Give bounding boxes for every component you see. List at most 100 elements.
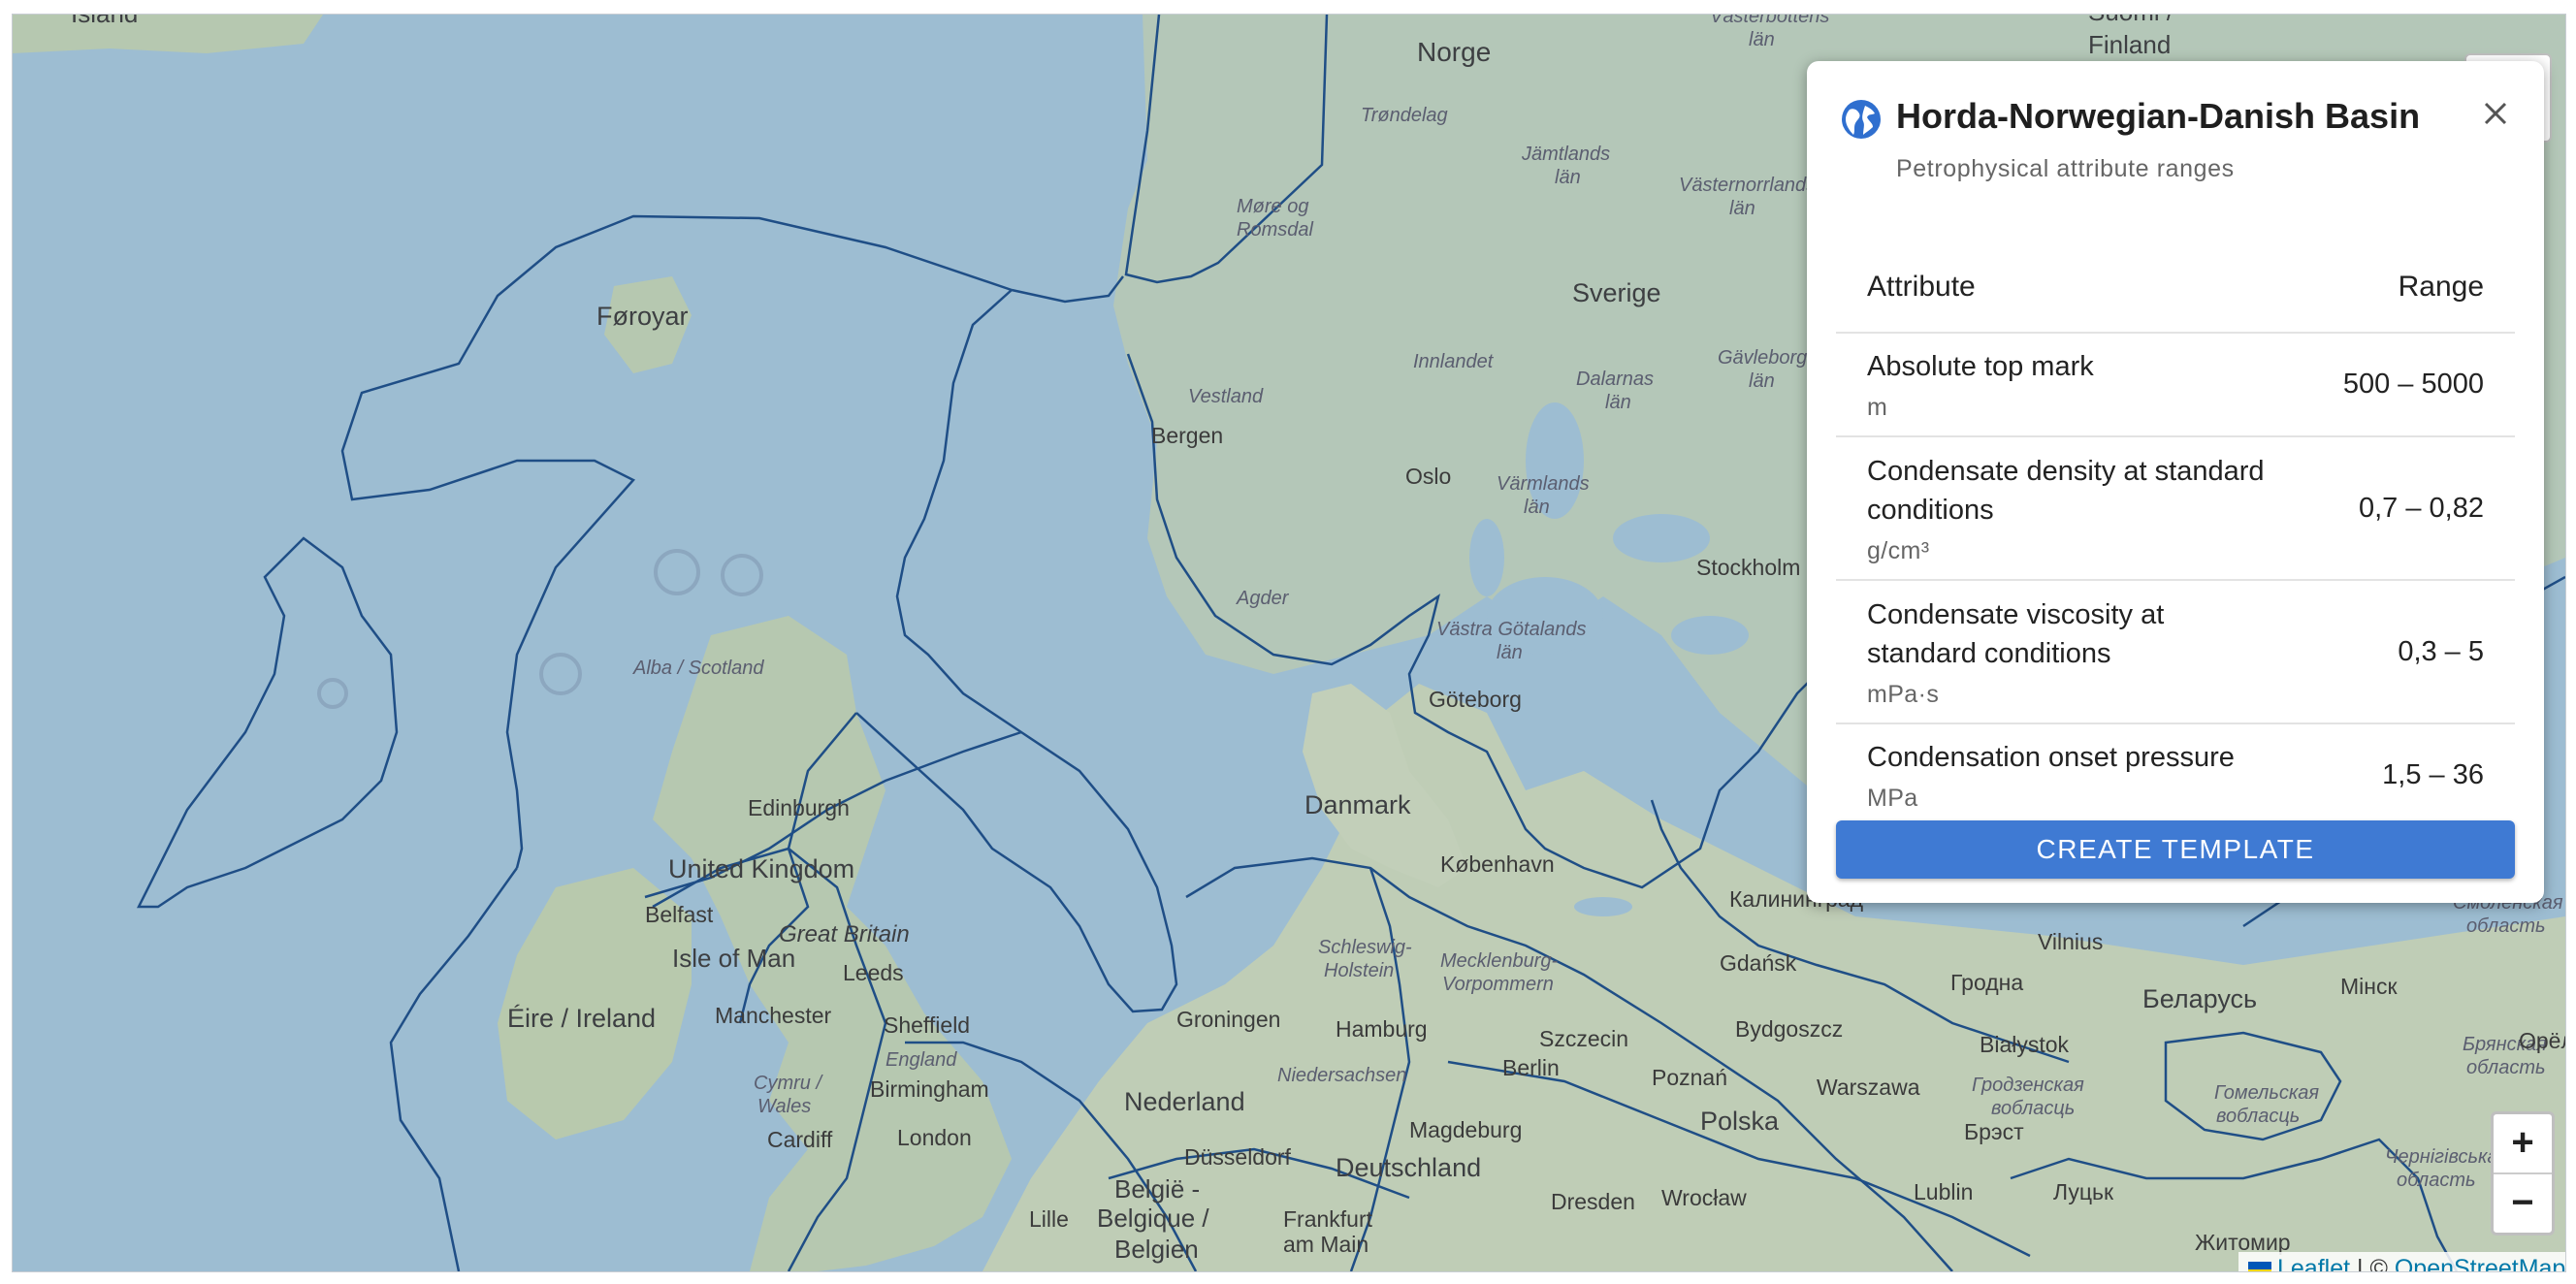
map-label: Vorpommern (1442, 974, 1554, 995)
table-row: Condensate viscosity at standard conditi… (1836, 580, 2515, 724)
close-icon[interactable] (2476, 94, 2515, 133)
map-label: Cardiff (767, 1127, 833, 1152)
map-label: Гродзенская (1972, 1075, 2084, 1096)
copyright-symbol: © (2369, 1255, 2388, 1272)
map-label: United Kingdom (668, 854, 854, 883)
map-label: Edinburgh (748, 795, 850, 820)
map-label: вобласць (1991, 1098, 2075, 1119)
map-label: Belgique / (1097, 1204, 1209, 1233)
map-label: Niedersachsen (1277, 1065, 1406, 1086)
map-label: Trøndelag (1361, 105, 1448, 126)
ukraine-flag-icon (2248, 1262, 2271, 1271)
basin-outline-6 (136, 536, 399, 909)
map-label: Szczecin (1539, 1026, 1628, 1051)
map-label: Чернігівська (2385, 1146, 2498, 1168)
zoom-out-button[interactable]: − (2494, 1174, 2552, 1233)
range-value: 1,5 – 36 (2311, 723, 2515, 828)
map-label: область (2466, 915, 2546, 937)
map-label: Гродна (1950, 970, 2023, 995)
map-label: Danmark (1304, 790, 1411, 819)
map-label: Vestland (1188, 386, 1264, 407)
map-label: København (1440, 851, 1555, 877)
map-label: Belfast (645, 902, 714, 927)
map-label: Vilnius (2038, 929, 2103, 954)
map-label: Manchester (715, 1003, 832, 1028)
leaflet-link[interactable]: Leaflet (2277, 1255, 2350, 1271)
map-label: Wrocław (1661, 1185, 1747, 1210)
attribute-name: Condensate viscosity at standard conditi… (1867, 598, 2165, 669)
map-label: England (886, 1049, 957, 1071)
map-label: Białystok (1980, 1032, 2070, 1057)
attribute-unit: MPa (1867, 785, 1918, 812)
map-label: Брэст (1964, 1119, 2024, 1144)
map-label: Орёл (2519, 1028, 2565, 1053)
map-label: Agder (1236, 588, 1290, 609)
basin-popup: Horda-Norwegian-Danish Basin Petrophysic… (1807, 61, 2544, 903)
map-label: Leeds (843, 960, 904, 985)
table-row: Condensation onset pressure MPa 1,5 – 36 (1836, 723, 2515, 828)
map-label: län (1555, 167, 1581, 188)
map-label: Føroyar (596, 302, 689, 331)
map-label: län (1749, 29, 1775, 50)
map-label: Oslo (1405, 464, 1451, 489)
map-label: Poznań (1652, 1065, 1727, 1090)
basin-outline-4 (1011, 275, 1124, 304)
attribute-unit: m (1867, 394, 1888, 421)
map-label: Gdańsk (1720, 950, 1797, 976)
map-label: Schleswig- (1318, 937, 1412, 958)
column-header-range: Range (2311, 242, 2515, 334)
table-row: Absolute top mark m 500 – 5000 (1836, 333, 2515, 437)
map-label: Groningen (1176, 1007, 1280, 1032)
map-label: Innlandet (1413, 351, 1495, 372)
map-container[interactable]: Ísland Norge Suomi / Finland Västerbotte… (12, 14, 2566, 1272)
attribution: Leaflet | © OpenStreetMap (2238, 1252, 2565, 1272)
attribute-cell: Absolute top mark m (1836, 333, 2312, 437)
map-label: län (1497, 642, 1523, 663)
map-label: Warszawa (1817, 1075, 1920, 1100)
map-label: Mecklenburg- (1440, 950, 1559, 972)
zoom-in-button[interactable]: + (2494, 1114, 2552, 1174)
basin-outline-2 (855, 289, 1178, 1013)
iceland-land (13, 15, 323, 53)
range-value: 500 – 5000 (2311, 333, 2515, 437)
attribute-cell: Condensate density at standard condition… (1836, 436, 2312, 581)
map-label: België - (1114, 1174, 1200, 1204)
map-label: Lille (1029, 1206, 1069, 1232)
map-label: область (2466, 1057, 2546, 1078)
map-label: Cymru / (754, 1073, 823, 1094)
globe-icon (1842, 100, 1881, 139)
map-label: Great Britain (779, 921, 910, 947)
map-label: Ísland (71, 15, 138, 28)
map-label: Birmingham (870, 1076, 989, 1102)
map-label: Finland (2088, 30, 2171, 59)
map-label: Sheffield (884, 1012, 970, 1038)
map-label: Мінск (2340, 974, 2398, 999)
map-label: Луцьк (2053, 1179, 2114, 1204)
popup-title: Horda-Norwegian-Danish Basin (1896, 96, 2421, 136)
map-label: Norge (1417, 37, 1491, 67)
map-label: Isle of Man (672, 944, 795, 973)
map-label: Düsseldorf (1184, 1144, 1292, 1170)
basin-outline-9 (389, 867, 519, 1271)
openstreetmap-link[interactable]: OpenStreetMap (2395, 1255, 2565, 1271)
map-label: Jämtlands (1521, 144, 1610, 165)
map-label: London (897, 1125, 972, 1150)
popup-subtitle: Petrophysical attribute ranges (1896, 155, 2235, 182)
map-label: län (1749, 370, 1775, 392)
attribute-unit: g/cm³ (1867, 536, 1930, 564)
create-template-button[interactable]: CREATE TEMPLATE (1836, 820, 2515, 879)
map-label: Frankfurt (1283, 1206, 1373, 1232)
attribute-cell: Condensate viscosity at standard conditi… (1836, 580, 2312, 724)
map-label: Värmlands (1497, 473, 1590, 495)
map-label: Belgien (1114, 1235, 1199, 1264)
column-header-attribute: Attribute (1836, 242, 2312, 334)
map-label: Magdeburg (1409, 1117, 1522, 1142)
map-label: Bergen (1151, 423, 1223, 448)
map-label: Västra Götalands (1436, 619, 1587, 640)
map-label: Hamburg (1336, 1016, 1428, 1042)
attribute-name: Absolute top mark (1867, 351, 2094, 382)
map-label: Berlin (1502, 1055, 1560, 1080)
range-value: 0,7 – 0,82 (2311, 436, 2515, 581)
range-value: 0,3 – 5 (2311, 580, 2515, 724)
map-label: län (1605, 392, 1631, 413)
